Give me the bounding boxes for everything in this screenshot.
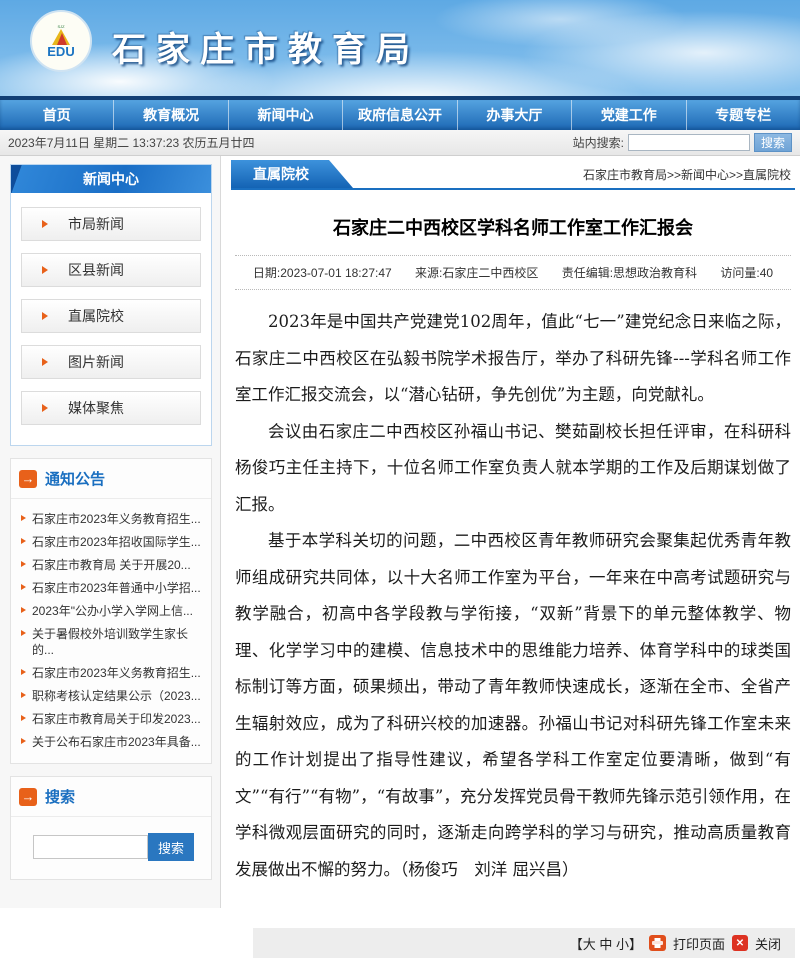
font-size-switch[interactable]: 【大 中 小】: [570, 934, 642, 953]
sidebar-search-box: → 搜索 搜索: [10, 776, 212, 880]
tab-affiliated-schools[interactable]: 直属院校: [231, 160, 353, 188]
bullet-arrow-icon: [21, 515, 26, 521]
sidebar-item-label: 市局新闻: [68, 214, 124, 234]
close-icon[interactable]: ✕: [732, 935, 748, 951]
nav-item-service-hall[interactable]: 办事大厅: [457, 100, 571, 130]
arrow-right-icon: [42, 358, 48, 366]
nav-item-news[interactable]: 新闻中心: [228, 100, 342, 130]
nav-item-party[interactable]: 党建工作: [571, 100, 685, 130]
sidebar-item-affiliated-schools[interactable]: 直属院校: [21, 299, 201, 333]
sidebar-item-district-news[interactable]: 区县新闻: [21, 253, 201, 287]
article-paragraph: 2023年是中国共产党建党102周年，值此“七一”建党纪念日来临之际，石家庄二中…: [235, 304, 791, 414]
nav-item-topics[interactable]: 专题专栏: [686, 100, 800, 130]
notice-link[interactable]: 石家庄市2023年义务教育招生...: [19, 507, 205, 530]
notice-link[interactable]: 石家庄市2023年义务教育招生...: [19, 661, 205, 684]
news-center-box: 新闻中心 市局新闻 区县新闻 直属院校 图片新闻: [10, 164, 212, 446]
nav-item-home[interactable]: 首页: [0, 100, 113, 130]
date-bar: 2023年7月11日 星期二 13:37:23 农历五月廿四 站内搜索: 搜索: [0, 130, 800, 156]
printer-icon[interactable]: [649, 935, 666, 951]
section-tab-row: 直属院校 石家庄市教育局>>新闻中心>>直属院校: [231, 162, 795, 190]
site-search-button[interactable]: 搜索: [754, 133, 792, 152]
bullet-arrow-icon: [21, 715, 26, 721]
arrow-right-icon: [42, 266, 48, 274]
sidebar-item-label: 图片新闻: [68, 352, 124, 372]
sidebar-item-label: 区县新闻: [68, 260, 124, 280]
site-header: SJZ EDU 石家庄市教育局: [0, 0, 800, 96]
logo-text: EDU: [47, 45, 74, 58]
article-body: 2023年是中国共产党建党102周年，值此“七一”建党纪念日来临之际，石家庄二中…: [235, 304, 791, 888]
main-content: 直属院校 石家庄市教育局>>新闻中心>>直属院校 石家庄二中西校区学科名师工作室…: [221, 156, 800, 908]
nav-item-overview[interactable]: 教育概况: [113, 100, 227, 130]
article-meta: 日期:2023-07-01 18:27:47 来源:石家庄二中西校区 责任编辑:…: [235, 255, 791, 290]
bullet-arrow-icon: [21, 607, 26, 613]
site-search-label: 站内搜索:: [573, 134, 624, 151]
bullet-arrow-icon: [21, 669, 26, 675]
bullet-arrow-icon: [21, 561, 26, 567]
breadcrumb[interactable]: 石家庄市教育局>>新闻中心>>直属院校: [583, 166, 791, 183]
site-search-input[interactable]: [628, 134, 750, 151]
sidebar: 新闻中心 市局新闻 区县新闻 直属院校 图片新闻: [0, 156, 221, 908]
logo-a-icon: [52, 29, 70, 45]
arrow-right-icon: [42, 220, 48, 228]
meta-source: 来源:石家庄二中西校区: [415, 266, 538, 280]
notice-link[interactable]: 石家庄市教育局 关于开展20...: [19, 553, 205, 576]
notice-link[interactable]: 石家庄市2023年普通中小学招...: [19, 576, 205, 599]
arrow-right-icon: [42, 312, 48, 320]
print-page-link[interactable]: 打印页面: [673, 934, 725, 953]
nav-item-gov-info[interactable]: 政府信息公开: [342, 100, 456, 130]
article-paragraph: 基于本学科关切的问题，二中西校区青年教师研究会聚集起优秀青年教师组成研究共同体，…: [235, 523, 791, 888]
bullet-arrow-icon: [21, 738, 26, 744]
arrow-right-icon: [42, 404, 48, 412]
bullet-arrow-icon: [21, 584, 26, 590]
site-logo: SJZ EDU: [30, 10, 92, 72]
sidebar-item-media-focus[interactable]: 媒体聚焦: [21, 391, 201, 425]
notice-link[interactable]: 关于暑假校外培训致学生家长的...: [19, 622, 205, 661]
sidebar-item-city-news[interactable]: 市局新闻: [21, 207, 201, 241]
article-paragraph: 会议由石家庄二中西校区孙福山书记、樊茹副校长担任评审，在科研科杨俊巧主任主持下，…: [235, 414, 791, 524]
meta-date: 日期:2023-07-01 18:27:47: [253, 266, 392, 280]
meta-editor: 责任编辑:思想政治教育科: [562, 266, 697, 280]
sidebar-item-photo-news[interactable]: 图片新闻: [21, 345, 201, 379]
news-center-title: 新闻中心: [11, 165, 211, 193]
bullet-arrow-icon: [21, 692, 26, 698]
sidebar-search-title: 搜索: [45, 786, 75, 807]
notice-link[interactable]: 石家庄市2023年招收国际学生...: [19, 530, 205, 553]
site-title: 石家庄市教育局: [112, 22, 420, 71]
notice-link[interactable]: 关于公布石家庄市2023年具备...: [19, 730, 205, 753]
sidebar-item-label: 媒体聚焦: [68, 398, 124, 418]
close-link[interactable]: 关闭: [755, 934, 781, 953]
notice-link[interactable]: 职称考核认定结果公示（2023...: [19, 684, 205, 707]
site-search: 站内搜索: 搜索: [573, 133, 792, 152]
sidebar-search-button[interactable]: 搜索: [148, 833, 194, 861]
bullet-arrow-icon: [21, 538, 26, 544]
date-text: 2023年7月11日 星期二 13:37:23 农历五月廿四: [8, 134, 573, 151]
meta-visits: 访问量:40: [720, 266, 773, 280]
notices-box: → 通知公告 石家庄市2023年义务教育招生... 石家庄市2023年招收国际学…: [10, 458, 212, 764]
notice-link[interactable]: 石家庄市教育局关于印发2023...: [19, 707, 205, 730]
arrow-right-icon: →: [19, 470, 37, 488]
sidebar-item-label: 直属院校: [68, 306, 124, 326]
bullet-arrow-icon: [21, 630, 26, 636]
notices-title: 通知公告: [45, 468, 105, 489]
arrow-right-icon: →: [19, 788, 37, 806]
article: 石家庄二中西校区学科名师工作室工作汇报会 日期:2023-07-01 18:27…: [231, 214, 795, 888]
article-title: 石家庄二中西校区学科名师工作室工作汇报会: [235, 214, 791, 240]
sidebar-search-input[interactable]: [33, 835, 148, 859]
article-footer: 【大 中 小】 打印页面 ✕ 关闭: [253, 928, 795, 958]
notice-link[interactable]: 2023年"公办小学入学网上信...: [19, 599, 205, 622]
main-nav: 首页 教育概况 新闻中心 政府信息公开 办事大厅 党建工作 专题专栏: [0, 96, 800, 130]
